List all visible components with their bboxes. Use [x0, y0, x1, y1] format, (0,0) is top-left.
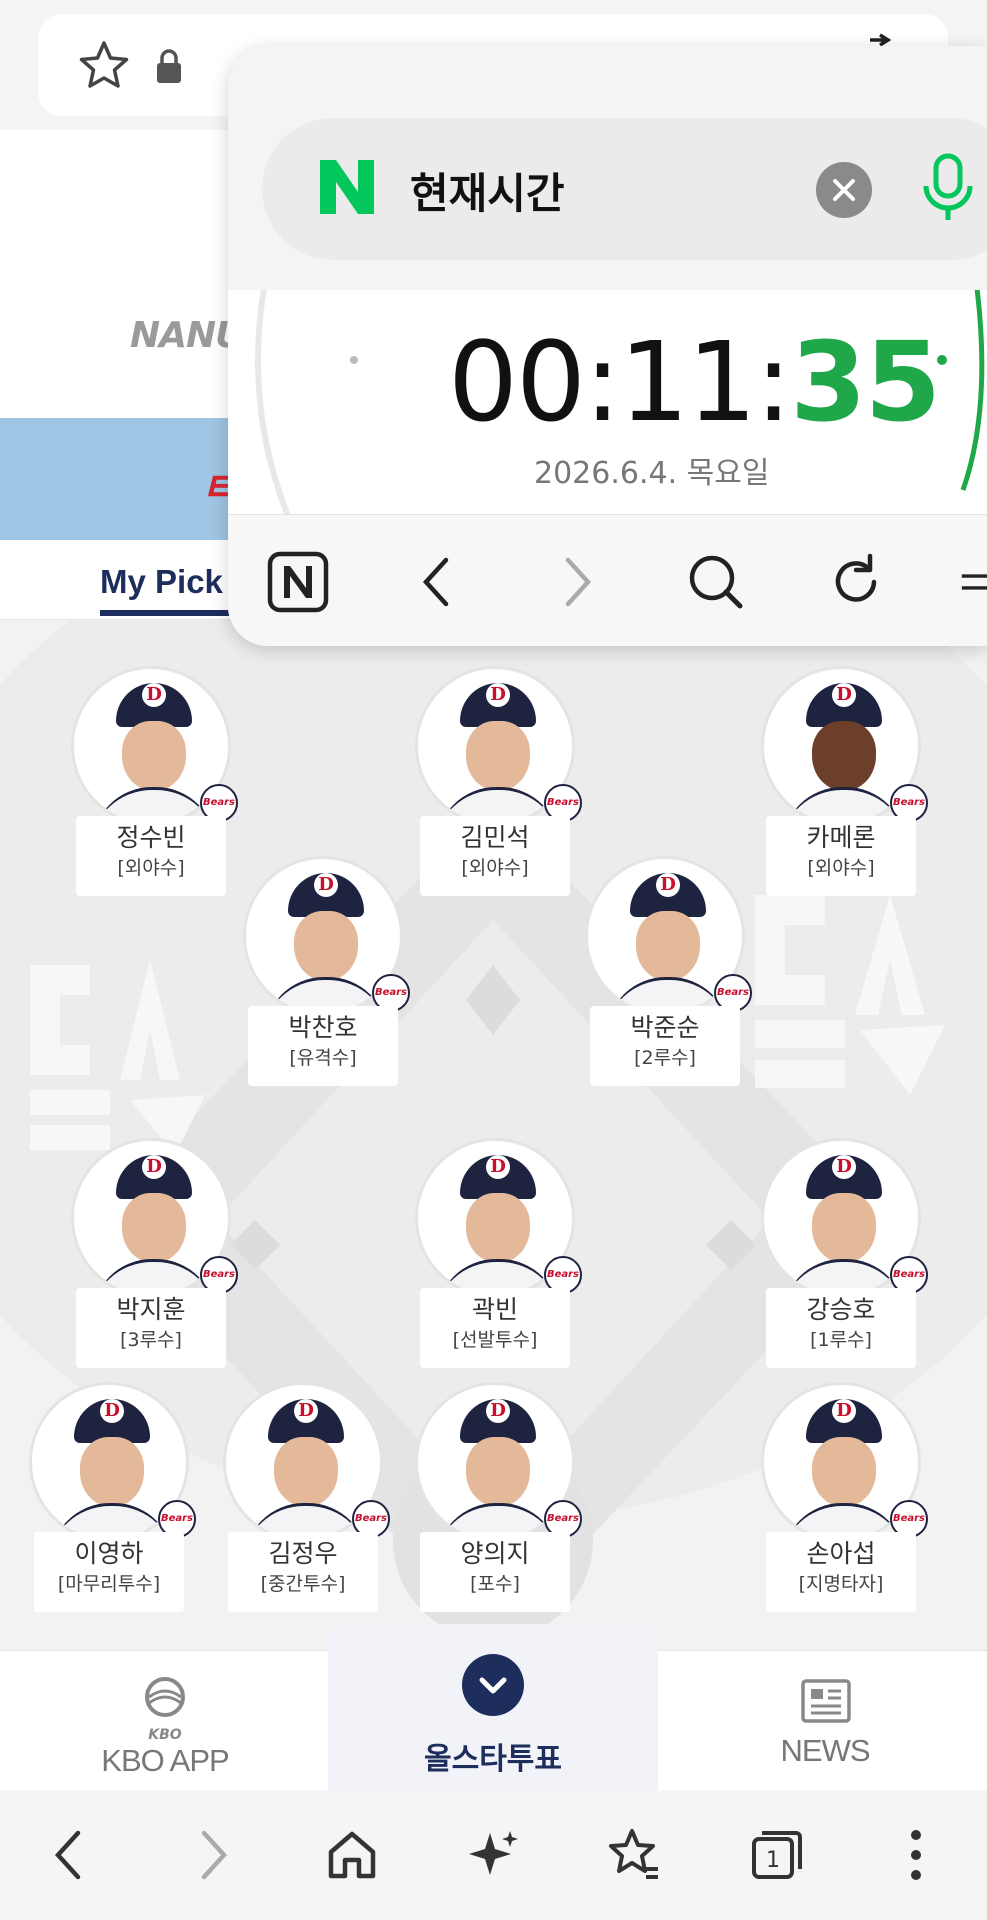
kbo-logo-icon	[145, 1677, 185, 1717]
page: { "header": { "sponsor_logo": "NANUM", "…	[0, 0, 987, 1920]
forward-arrow-icon	[565, 557, 592, 607]
search-query-text: 현재시간	[410, 169, 565, 218]
player-name: 김민석	[460, 823, 530, 852]
player-name: 정수빈	[116, 823, 186, 852]
nav-allstar-vote[interactable]: 올스타투표	[328, 1624, 658, 1790]
player-name: 카메론	[806, 823, 876, 852]
player-card[interactable]: D Bears 이영하 [마무리투수]	[24, 1382, 196, 1612]
player-position: [외야수]	[807, 857, 875, 879]
back-arrow-icon	[54, 1830, 81, 1880]
clock-time: 00:11:35	[448, 318, 941, 446]
player-card[interactable]: D Bears 박찬호 [유격수]	[238, 856, 410, 1086]
player-position: [포수]	[470, 1573, 520, 1595]
tabs-icon: 1	[752, 1831, 802, 1879]
player-position: [3루수]	[120, 1329, 182, 1351]
player-card[interactable]: D Bears 카메론 [외야수]	[756, 666, 928, 896]
player-position: [선발투수]	[452, 1329, 538, 1351]
chevron-down-icon	[462, 1654, 524, 1716]
active-tab-indicator	[100, 610, 230, 616]
player-card[interactable]: D Bears 김민석 [외야수]	[410, 666, 582, 896]
clock-date: 2026.6.4. 목요일	[534, 456, 770, 491]
sparkle-icon	[469, 1831, 518, 1875]
player-position: [외야수]	[117, 857, 185, 879]
home-button[interactable]	[322, 1825, 382, 1885]
player-card[interactable]: D Bears 양의지 [포수]	[410, 1382, 582, 1612]
tab-count: 1	[766, 1848, 780, 1873]
player-name: 강승호	[806, 1295, 876, 1324]
search-icon	[689, 555, 743, 609]
nav-vote-label: 올스타투표	[424, 1742, 562, 1777]
clock-seconds: 35	[790, 318, 941, 446]
ai-button[interactable]	[464, 1825, 524, 1885]
newspaper-icon	[801, 1679, 851, 1723]
tabs-button[interactable]: 1	[746, 1825, 806, 1885]
refresh-icon	[835, 553, 877, 602]
nav-kbo-app[interactable]: KBO KBO APP	[100, 1675, 230, 1779]
player-position: [중간투수]	[260, 1573, 346, 1595]
forward-button[interactable]	[184, 1825, 244, 1885]
player-card[interactable]: D Bears 강승호 [1루수]	[756, 1138, 928, 1368]
naver-logo-icon	[320, 160, 374, 214]
forward-arrow-icon	[201, 1830, 228, 1880]
tab-my-pick[interactable]: My Pick	[100, 563, 223, 601]
banner-logo-icon: ㅌ	[200, 465, 237, 511]
home-icon	[328, 1831, 376, 1879]
naver-home-button[interactable]	[266, 550, 330, 614]
popup-menu-button[interactable]	[950, 550, 987, 614]
microphone-icon[interactable]	[918, 152, 978, 228]
player-card[interactable]: D Bears 박지훈 [3루수]	[66, 1138, 238, 1368]
player-card[interactable]: D Bears 박준순 [2루수]	[580, 856, 752, 1086]
player-position: [지명타자]	[798, 1573, 884, 1595]
back-arrow-icon	[422, 557, 449, 607]
player-name: 곽빈	[471, 1295, 518, 1324]
player-card[interactable]: D Bears 손아섭 [지명타자]	[756, 1382, 928, 1612]
clock-hours-minutes: 00:11:	[448, 318, 792, 446]
popup-back-button[interactable]	[404, 550, 468, 614]
popup-refresh-button[interactable]	[824, 550, 888, 614]
player-name: 양의지	[460, 1539, 530, 1568]
back-button[interactable]	[38, 1825, 98, 1885]
close-icon	[833, 179, 855, 201]
kbo-logo-text: KBO	[148, 1727, 182, 1743]
player-position: [1루수]	[810, 1329, 872, 1351]
bookmark-list-icon	[609, 1829, 658, 1879]
player-name: 박준순	[630, 1013, 700, 1042]
player-card[interactable]: D Bears 곽빈 [선발투수]	[410, 1138, 582, 1368]
popup-forward-button[interactable]	[546, 550, 610, 614]
nav-news[interactable]: NEWS	[760, 1675, 890, 1769]
bookmarks-button[interactable]	[604, 1825, 664, 1885]
player-name: 박지훈	[116, 1295, 186, 1324]
player-position: [마무리투수]	[57, 1573, 161, 1595]
clear-search-button[interactable]	[816, 162, 872, 218]
player-card[interactable]: D Bears 김정우 [중간투수]	[218, 1382, 390, 1612]
player-name: 김정우	[268, 1539, 338, 1568]
player-position: [유격수]	[289, 1047, 357, 1069]
player-card[interactable]: D Bears 정수빈 [외야수]	[66, 666, 238, 896]
player-position: [외야수]	[461, 857, 529, 879]
player-position: [2루수]	[634, 1047, 696, 1069]
player-name: 박찬호	[288, 1013, 358, 1042]
naver-n-icon	[267, 551, 329, 613]
more-menu-button[interactable]	[886, 1825, 946, 1885]
nav-kbo-app-label: KBO APP	[101, 1743, 229, 1778]
popup-search-button[interactable]	[684, 550, 748, 614]
nav-news-label: NEWS	[780, 1733, 871, 1768]
player-name: 이영하	[74, 1539, 144, 1568]
player-name: 손아섭	[806, 1539, 876, 1568]
menu-icon	[961, 574, 987, 590]
lock-icon	[157, 49, 181, 83]
bookmark-star-icon[interactable]	[76, 38, 132, 94]
more-vertical-icon	[911, 1830, 921, 1880]
